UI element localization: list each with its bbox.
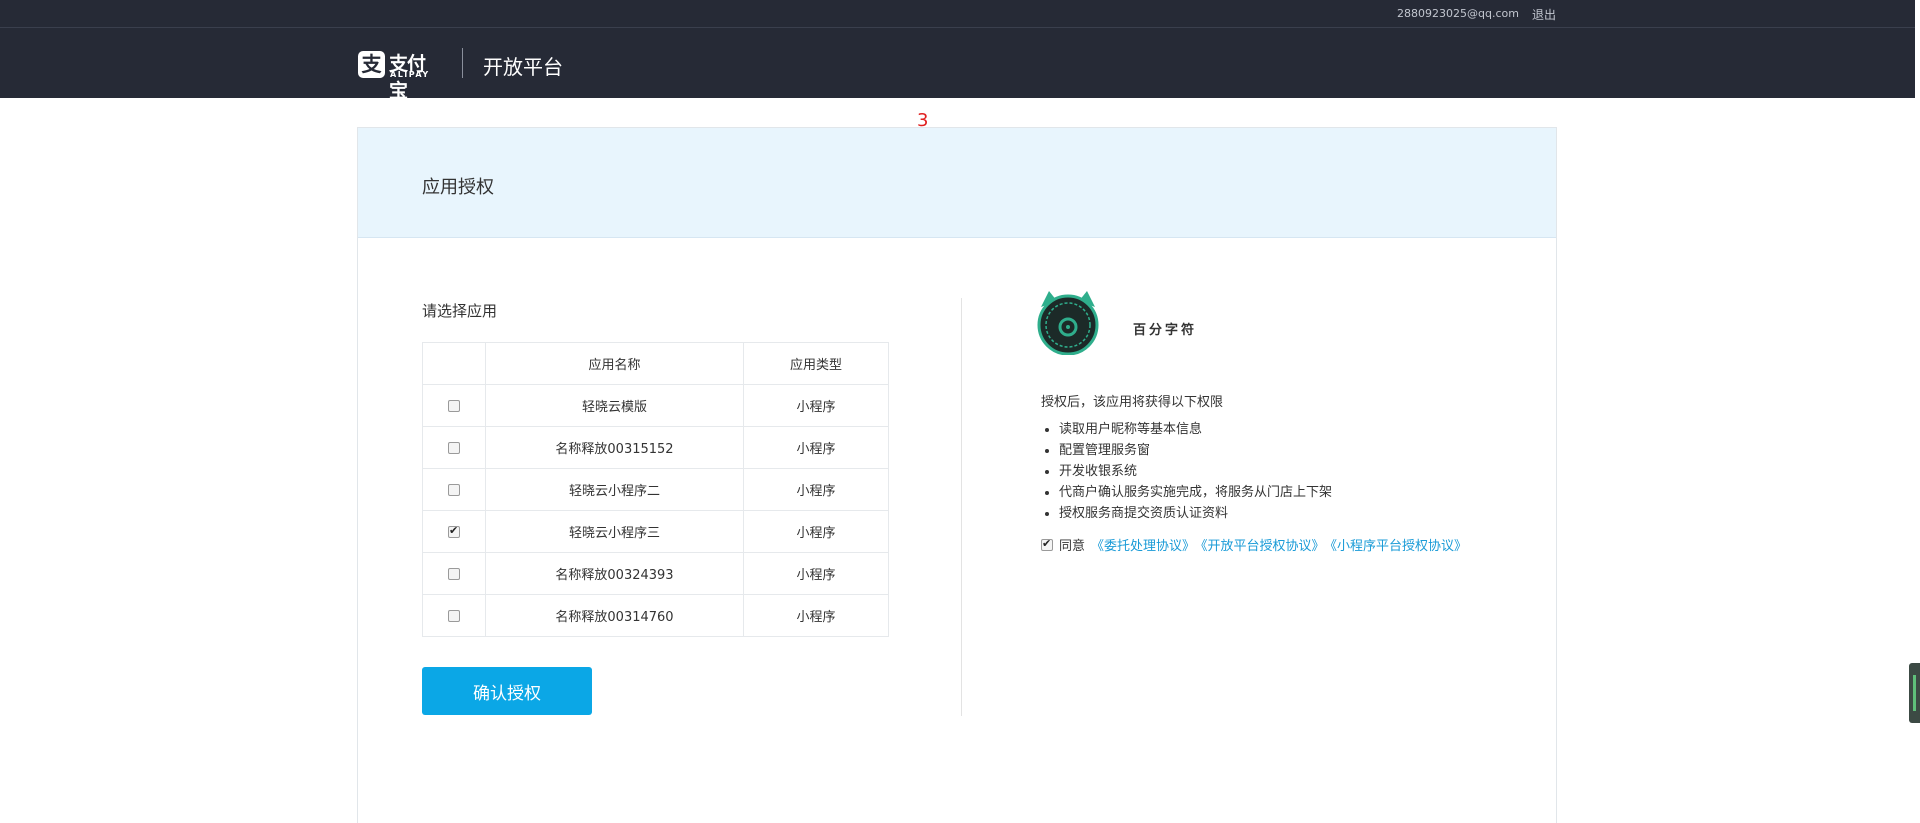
authorize-card: 应用授权 请选择应用 应用名称 应用类型 轻晓云模版 小程序 名称释放00315… — [357, 127, 1557, 823]
row-checkbox-cell — [422, 384, 486, 427]
app-type-cell: 小程序 — [743, 426, 889, 469]
table-header-row: 应用名称 应用类型 — [422, 342, 889, 385]
row-checkbox[interactable] — [448, 567, 460, 580]
app-name-cell: 名称释放00314760 — [485, 594, 744, 637]
app-name-cell: 轻晓云小程序二 — [485, 468, 744, 511]
table-row[interactable]: 名称释放00315152 小程序 — [422, 426, 889, 469]
app-name-cell: 轻晓云模版 — [485, 384, 744, 427]
column-header-select — [422, 342, 486, 385]
alipay-logo-icon: 支 — [358, 51, 385, 78]
side-drawer-handle[interactable] — [1909, 663, 1920, 723]
alipay-logo-en: ALIPAY — [390, 70, 430, 79]
alipay-logo[interactable]: 支 支付宝 ALIPAY — [358, 48, 440, 102]
row-checkbox-cell — [422, 468, 486, 511]
list-item: 开发收银系统 — [1059, 461, 1332, 482]
app-type-cell: 小程序 — [743, 384, 889, 427]
row-checkbox[interactable] — [448, 609, 460, 622]
row-checkbox[interactable] — [448, 524, 460, 538]
app-type-cell: 小程序 — [743, 510, 889, 553]
permissions-list: 读取用户昵称等基本信息 配置管理服务窗 开发收银系统 代商户确认服务实施完成，将… — [1059, 419, 1332, 524]
top-bar: 2880923025@qq.com 退出 — [0, 0, 1915, 28]
authorized-app-name: 百分字符 — [1133, 323, 1198, 338]
confirm-authorize-button[interactable]: 确认授权 — [422, 667, 592, 715]
header-divider — [462, 48, 463, 78]
app-table: 应用名称 应用类型 轻晓云模版 小程序 名称释放00315152 小程序 轻晓云… — [422, 342, 889, 637]
table-row[interactable]: 轻晓云模版 小程序 — [422, 384, 889, 427]
row-checkbox-cell — [422, 426, 486, 469]
agree-checkbox[interactable] — [1041, 537, 1053, 551]
app-type-cell: 小程序 — [743, 552, 889, 595]
open-platform-agreement-link[interactable]: 《开放平台授权协议》 — [1201, 539, 1325, 554]
card-header: 应用授权 — [358, 128, 1556, 238]
agreement-row: 同意《委托处理协议》《开放平台授权协议》《小程序平台授权协议》 — [1041, 535, 1467, 554]
permissions-title: 授权后，该应用将获得以下权限 — [1041, 395, 1224, 410]
table-row[interactable]: 名称释放00324393 小程序 — [422, 552, 889, 595]
app-type-cell: 小程序 — [743, 468, 889, 511]
platform-title: 开放平台 — [483, 55, 563, 79]
choose-app-label: 请选择应用 — [422, 302, 498, 320]
row-checkbox[interactable] — [448, 399, 460, 412]
app-name-cell: 名称释放00315152 — [485, 426, 744, 469]
table-row[interactable]: 轻晓云小程序二 小程序 — [422, 468, 889, 511]
row-checkbox-cell — [422, 510, 486, 553]
row-checkbox[interactable] — [448, 483, 460, 496]
list-item: 代商户确认服务实施完成，将服务从门店上下架 — [1059, 482, 1332, 503]
row-checkbox[interactable] — [448, 441, 460, 454]
card-title: 应用授权 — [422, 177, 494, 198]
column-header-app-name: 应用名称 — [485, 342, 744, 385]
app-name-cell: 名称释放00324393 — [485, 552, 744, 595]
row-checkbox-cell — [422, 594, 486, 637]
agree-label: 同意 — [1059, 539, 1086, 554]
app-name-cell: 轻晓云小程序三 — [485, 510, 744, 553]
list-item: 配置管理服务窗 — [1059, 440, 1332, 461]
table-row[interactable]: 轻晓云小程序三 小程序 — [422, 510, 889, 553]
list-item: 授权服务商提交资质认证资料 — [1059, 503, 1332, 524]
header-bar: 支 支付宝 ALIPAY 开放平台 — [0, 28, 1915, 102]
column-header-app-type: 应用类型 — [743, 342, 889, 385]
entrust-agreement-link[interactable]: 《委托处理协议》 — [1091, 539, 1195, 554]
list-item: 读取用户昵称等基本信息 — [1059, 419, 1332, 440]
user-email: 2880923025@qq.com — [1397, 7, 1519, 20]
vertical-divider — [961, 298, 962, 716]
logout-link[interactable]: 退出 — [1532, 6, 1556, 23]
cat-face-icon — [1037, 291, 1099, 355]
miniprogram-agreement-link[interactable]: 《小程序平台授权协议》 — [1331, 539, 1468, 554]
app-type-cell: 小程序 — [743, 594, 889, 637]
row-checkbox-cell — [422, 552, 486, 595]
table-row[interactable]: 名称释放00314760 小程序 — [422, 594, 889, 637]
